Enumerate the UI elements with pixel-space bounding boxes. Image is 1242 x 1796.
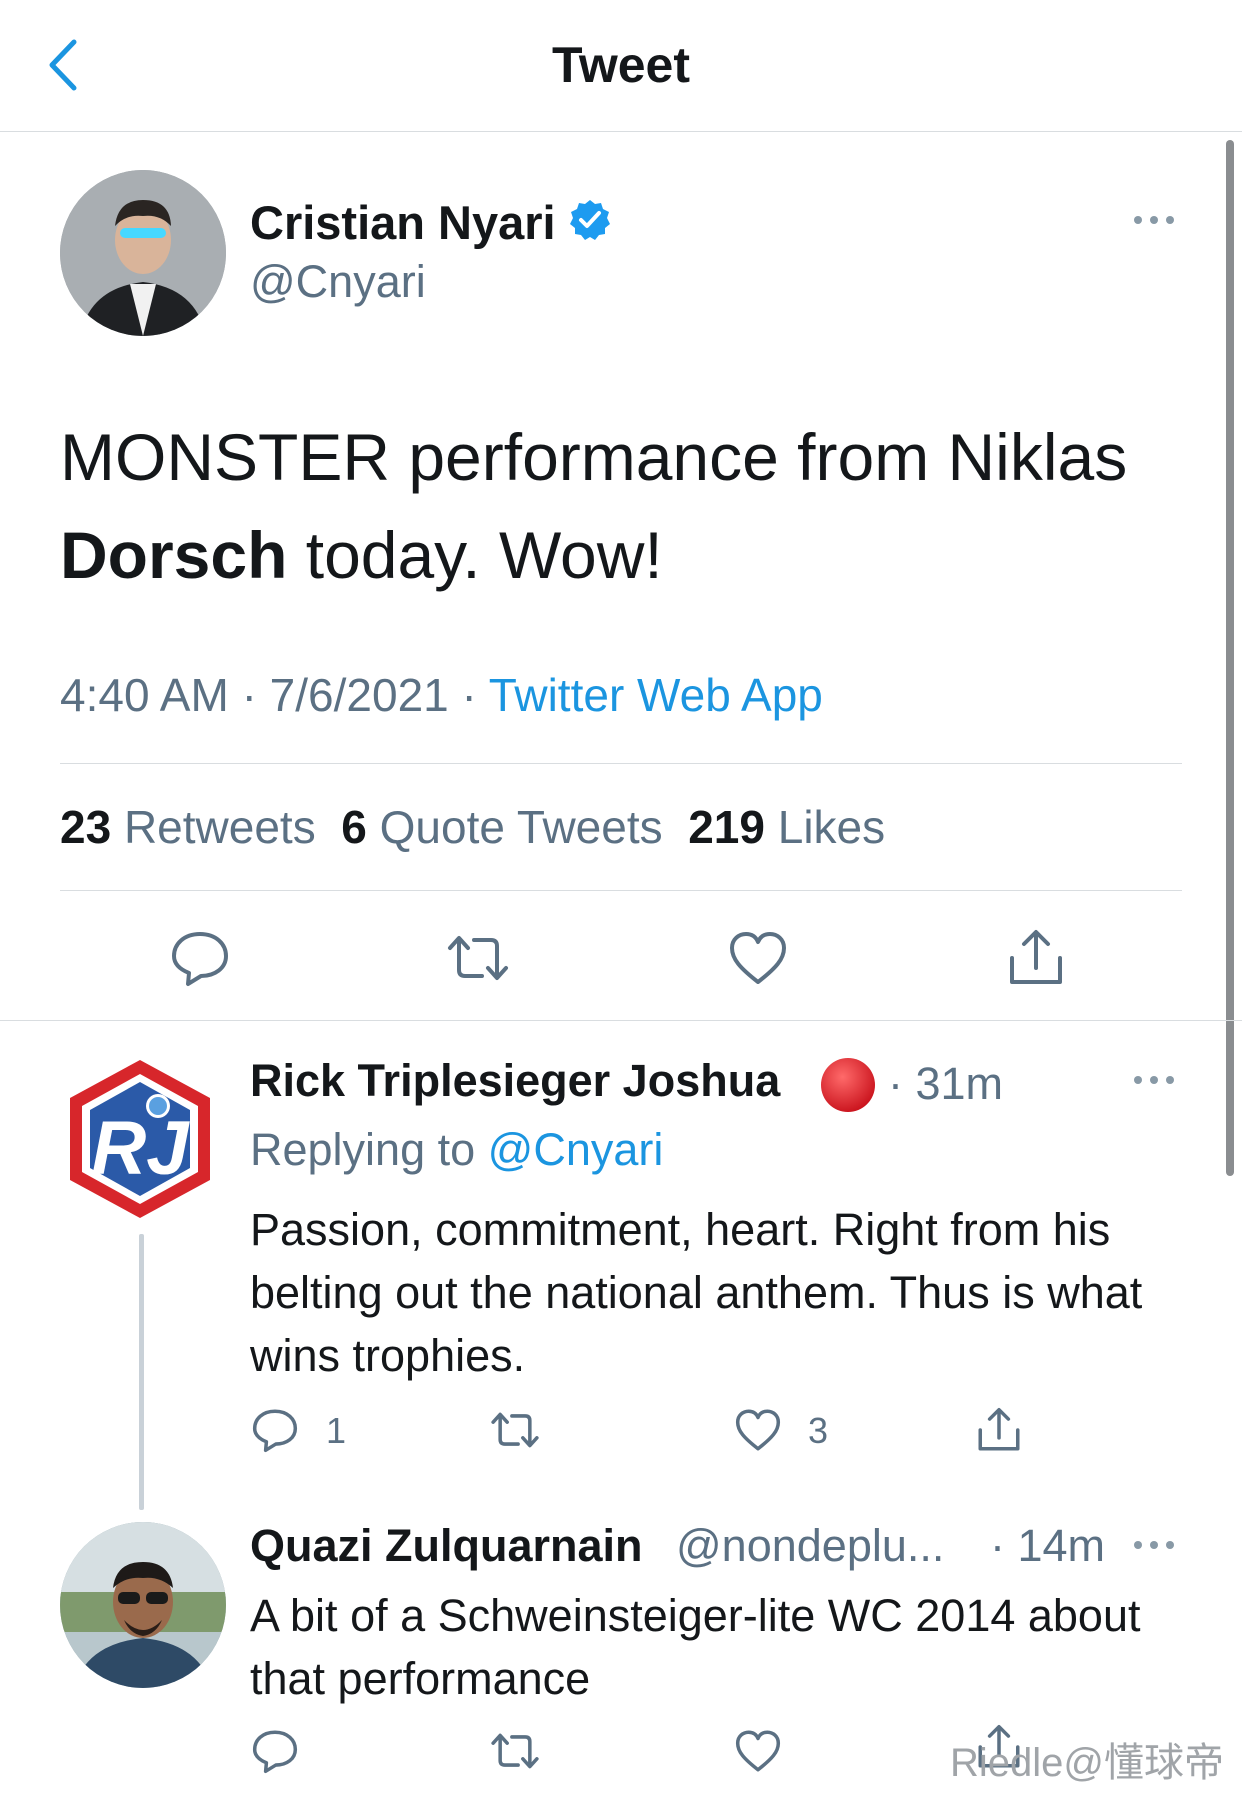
retweets-count: 23: [60, 801, 112, 853]
retweets-label: Retweets: [123, 801, 316, 853]
tweet-text-part: today. Wow!: [287, 518, 663, 592]
retweets-stat[interactable]: 23 Retweets: [60, 801, 316, 853]
reply-author-handle[interactable]: @nondeplu...: [676, 1520, 944, 1572]
retweet-icon[interactable]: [490, 1405, 540, 1455]
quotes-label: Quote Tweets: [379, 801, 663, 853]
page-title: Tweet: [552, 37, 690, 93]
more-options-icon[interactable]: [1130, 200, 1178, 240]
reply-author-name[interactable]: Rick Triplesieger Joshua: [250, 1055, 780, 1107]
more-options-icon[interactable]: [1130, 1060, 1178, 1100]
reply-icon[interactable]: [250, 1405, 300, 1455]
meta-separator: ·: [461, 669, 477, 721]
divider: [0, 1020, 1242, 1021]
quotes-count: 6: [341, 801, 367, 853]
thread-connector-line: [139, 1234, 144, 1510]
likes-count: 219: [688, 801, 765, 853]
red-circle-emoji-icon: [818, 1055, 878, 1115]
like-heart-icon[interactable]: [733, 1405, 783, 1455]
author-name[interactable]: Cristian Nyari: [250, 195, 556, 250]
like-heart-icon[interactable]: [733, 1726, 783, 1776]
tweet-time: 4:40 AM: [60, 669, 229, 721]
reply-author-avatar[interactable]: [60, 1522, 226, 1688]
replying-to-handle-link[interactable]: @Cnyari: [488, 1124, 664, 1175]
avatar-initials: RJ: [91, 1106, 190, 1191]
divider: [60, 763, 1182, 764]
divider: [60, 890, 1182, 891]
share-icon[interactable]: [1004, 926, 1068, 990]
author-handle[interactable]: @Cnyari: [250, 256, 426, 308]
tweet-date: 7/6/2021: [269, 669, 449, 721]
tweet-text-part: MONSTER performance from Niklas: [60, 420, 1128, 494]
share-icon[interactable]: [974, 1405, 1024, 1455]
tweet-source-link[interactable]: Twitter Web App: [489, 669, 823, 721]
replying-to-label: Replying to: [250, 1124, 476, 1175]
meta-separator: ·: [241, 669, 257, 721]
reply-author-name[interactable]: Quazi Zulquarnain: [250, 1520, 643, 1572]
likes-stat[interactable]: 219 Likes: [688, 801, 885, 853]
reply-timestamp: · 31m: [888, 1058, 1004, 1109]
reply-timestamp: · 14m: [990, 1520, 1106, 1571]
retweet-icon[interactable]: [490, 1726, 540, 1776]
tweet-text-bold: Dorsch: [60, 518, 288, 592]
reply-author-avatar[interactable]: RJ: [60, 1056, 220, 1222]
tweet-text: MONSTER performance from Niklas Dorsch t…: [60, 408, 1180, 604]
watermark: Riedle@懂球帝: [950, 1741, 1225, 1785]
quotes-stat[interactable]: 6 Quote Tweets: [341, 801, 662, 853]
more-options-icon[interactable]: [1130, 1525, 1178, 1565]
reply-icon[interactable]: [168, 926, 232, 990]
retweet-icon[interactable]: [446, 926, 510, 990]
header-bar: Tweet: [0, 0, 1242, 132]
reply-count: 1: [326, 1410, 347, 1451]
reply-text: A bit of a Schweinsteiger-lite WC 2014 a…: [250, 1590, 1141, 1704]
reply-icon[interactable]: [250, 1726, 300, 1776]
like-count: 3: [808, 1410, 829, 1451]
like-heart-icon[interactable]: [726, 926, 790, 990]
tweet-stats: 23 Retweets 6 Quote Tweets 219 Likes: [60, 800, 885, 854]
reply-text: Passion, commitment, heart. Right from h…: [250, 1204, 1143, 1381]
likes-label: Likes: [777, 801, 886, 853]
replying-to-line: Replying to @Cnyari: [250, 1124, 663, 1176]
verified-badge-icon: [568, 198, 612, 242]
author-avatar[interactable]: [60, 170, 226, 336]
tweet-meta: 4:40 AM · 7/6/2021 · Twitter Web App: [60, 668, 823, 722]
